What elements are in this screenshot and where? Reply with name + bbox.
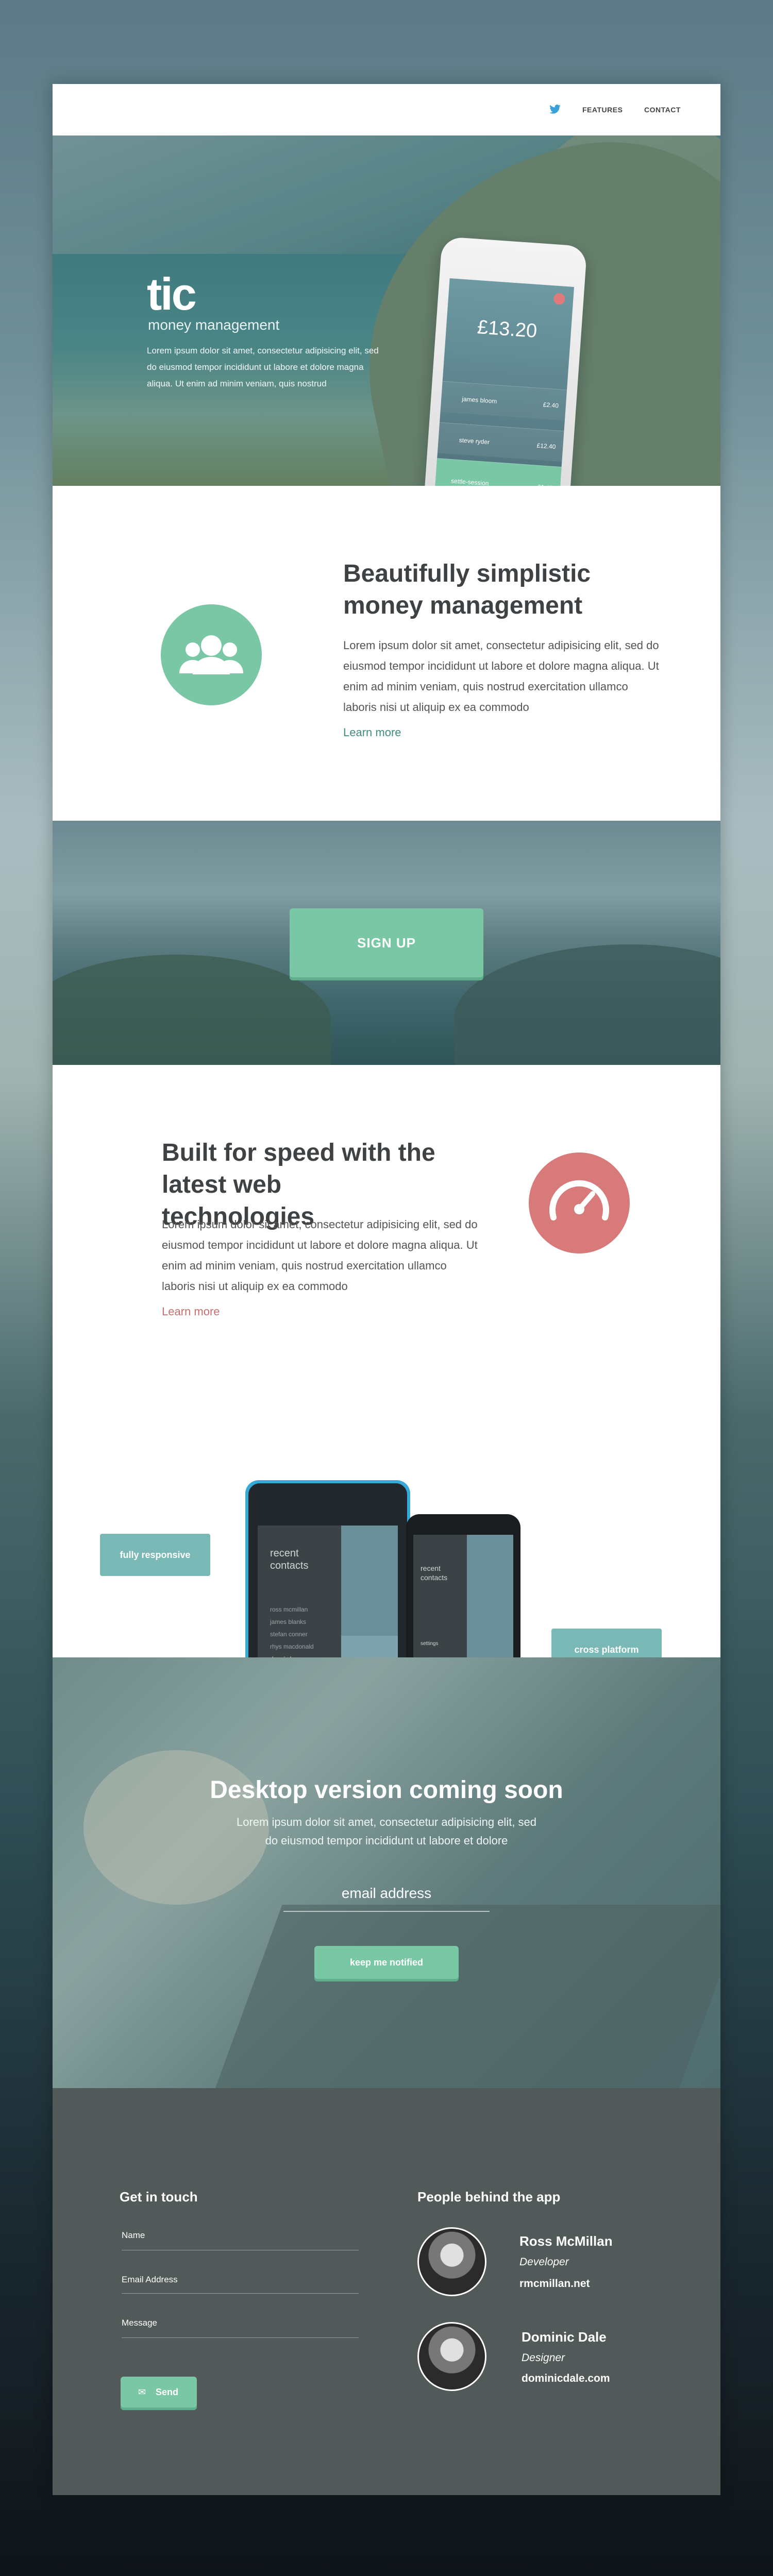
contact-item: rhys macdonald (270, 1643, 314, 1650)
feature-money-section: Beautifully simplistic money management … (53, 486, 720, 821)
app-tagline: money management (148, 317, 280, 333)
contact-item: ross mcmillan (270, 1606, 308, 1613)
recent-contacts-heading: recent contacts (421, 1564, 448, 1582)
email-field-label: Email Address (122, 2275, 178, 2284)
nav-contact-link[interactable]: CONTACT (644, 106, 681, 114)
desktop-description: Lorem ipsum dolor sit amet, consectetur … (236, 1816, 537, 1847)
name-field-label: Name (122, 2230, 145, 2240)
sign-up-button[interactable]: SIGN UP (290, 908, 483, 977)
send-button[interactable]: ✉ Send (121, 2377, 197, 2408)
desktop-title: Desktop version coming soon (210, 1776, 563, 1804)
feature-speed-section: Built for speed with the latest web tech… (53, 1065, 720, 1689)
feature2-learn-more-link[interactable]: Learn more (162, 1305, 220, 1318)
band-mountain-bg-2 (455, 944, 720, 1065)
hero-description: Lorem ipsum dolor sit amet, consectetur … (147, 346, 379, 388)
person-name: Ross McMillan (519, 2233, 613, 2249)
avatar (417, 2227, 486, 2296)
footer: Get in touch Name Email Address Message … (53, 2088, 720, 2495)
person-website-link[interactable]: rmcmillan.net (519, 2278, 590, 2290)
top-nav: FEATURES CONTACT (53, 84, 720, 135)
feature1-title: Beautifully simplistic money management (343, 560, 591, 619)
landing-page: FEATURES CONTACT tic money management Lo… (53, 84, 720, 2495)
nav-features-link[interactable]: FEATURES (582, 106, 623, 114)
twitter-icon[interactable] (549, 104, 561, 114)
recent-contacts-heading: recent contacts (270, 1548, 309, 1571)
users-icon-circle (161, 604, 262, 705)
email-input[interactable]: email address (283, 1883, 490, 1912)
feature1-learn-more-link[interactable]: Learn more (343, 726, 401, 739)
get-in-touch-heading: Get in touch (120, 2189, 198, 2205)
feature2-description: Lorem ipsum dolor sit amet, consectetur … (162, 1218, 478, 1293)
contact-item: stefan conner (270, 1631, 308, 1638)
settings-label: settings (421, 1641, 439, 1647)
message-field[interactable] (122, 2337, 359, 2338)
fully-responsive-tag: fully responsive (100, 1534, 210, 1576)
feature1-description: Lorem ipsum dolor sit amet, consectetur … (343, 639, 659, 714)
close-icon (553, 293, 566, 305)
avatar (417, 2322, 486, 2391)
person-name: Dominic Dale (522, 2329, 607, 2345)
speedometer-icon-circle (529, 1153, 630, 1253)
person-role: Designer (522, 2352, 565, 2364)
keep-me-notified-button[interactable]: keep me notified (314, 1946, 459, 1979)
email-field[interactable] (122, 2293, 359, 2294)
message-field-label: Message (122, 2318, 157, 2328)
users-icon (161, 604, 262, 705)
phone-row-name: steve ryder (459, 436, 490, 446)
phone-balance: £13.20 (476, 316, 538, 343)
blue-phone-mockup: recent contacts ross mcmillan james blan… (245, 1480, 410, 1686)
send-label: Send (156, 2387, 179, 2397)
contact-item: james blanks (270, 1618, 307, 1625)
phone-row-value: £12.40 (536, 442, 556, 451)
band-mountain-bg (53, 955, 331, 1065)
phone-row: james bloom £2.40 (440, 381, 567, 421)
laptop-bg (214, 1905, 720, 2088)
app-logo: tic (147, 268, 197, 319)
person-website-link[interactable]: dominicdale.com (522, 2372, 610, 2385)
desktop-coming-soon-section: Desktop version coming soon Lorem ipsum … (53, 1657, 720, 2088)
signup-band: SIGN UP (53, 821, 720, 1065)
people-heading: People behind the app (417, 2189, 561, 2205)
phone-row: steve ryder £12.40 (437, 422, 564, 462)
phone-row-value: £2.40 (543, 401, 559, 410)
speedometer-icon (529, 1153, 630, 1253)
phone-row-name: james bloom (461, 395, 497, 405)
phone-screen: £13.20 james bloom £2.40 steve ryder £12… (434, 278, 575, 508)
person-role: Developer (519, 2256, 569, 2268)
mail-icon: ✉ (138, 2387, 146, 2397)
